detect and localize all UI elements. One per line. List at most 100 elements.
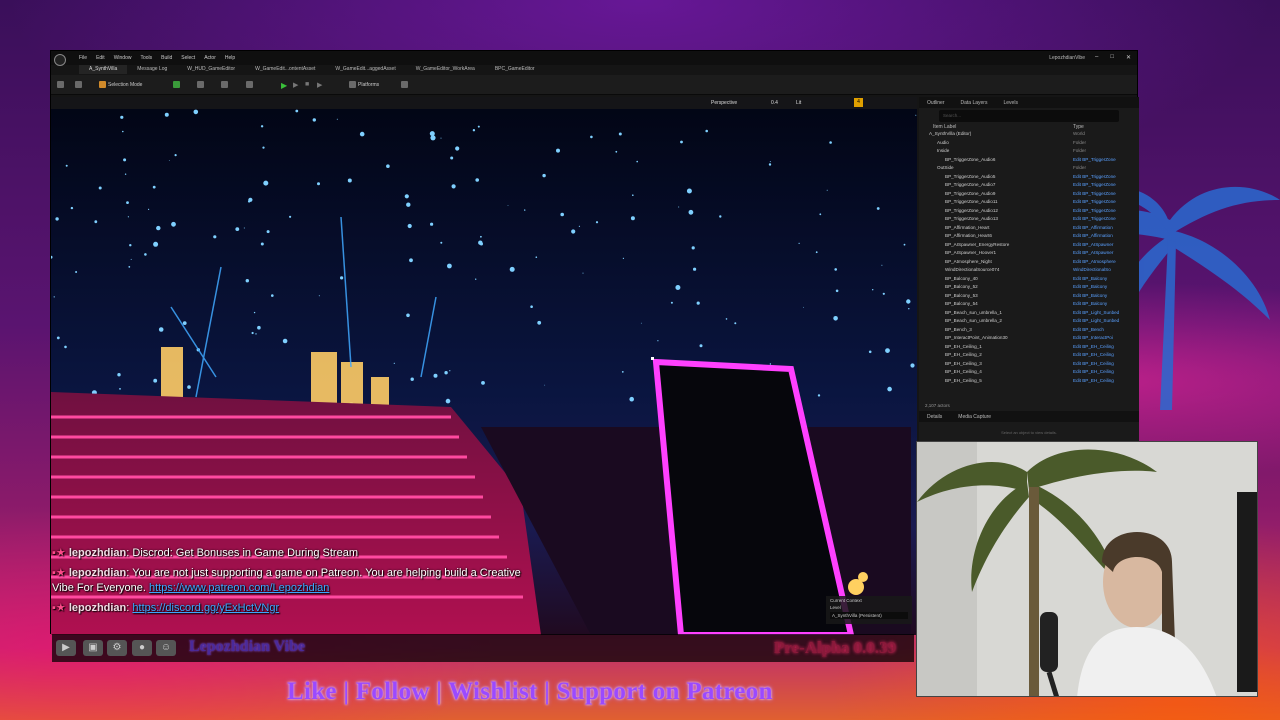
minimize-icon[interactable]: – xyxy=(1095,54,1098,61)
context-level-select[interactable]: A_SynthVilla (Persistent) xyxy=(830,612,908,619)
menu-help[interactable]: Help xyxy=(225,55,235,61)
outliner-row[interactable]: BP_Affirmation_Heart Edit BP_Affirmation xyxy=(919,225,1139,234)
outliner-row-type[interactable]: Edit BP_Affirmation xyxy=(1073,225,1131,234)
outliner-row-type[interactable]: Edit BP_TriggerZone xyxy=(1073,157,1131,166)
outliner-row[interactable]: BP_TriggerZone_Audio13 Edit BP_TriggerZon… xyxy=(919,216,1139,225)
add-actor-icon[interactable] xyxy=(173,81,182,89)
col-type[interactable]: Type xyxy=(1073,124,1131,131)
perspective-button[interactable]: Perspective xyxy=(711,100,737,106)
step-icon[interactable]: ▶ xyxy=(293,81,298,89)
menu-file[interactable]: File xyxy=(79,55,87,61)
outliner-row[interactable]: BP_Beach_sun_umbrella_1 Edit BP_Light_Sun… xyxy=(919,310,1139,319)
cinematics-icon[interactable] xyxy=(221,81,230,89)
outliner-row[interactable]: BP_Balcony_53 Edit BP_Balcony xyxy=(919,293,1139,302)
snap-value[interactable]: 0.4 xyxy=(771,100,778,106)
tab-details[interactable]: Details xyxy=(927,414,942,420)
outliner-row[interactable]: A_SynthVilla (Editor) World xyxy=(919,131,1139,140)
outliner-row-type[interactable]: Edit BP_EH_Ceiling xyxy=(1073,344,1131,353)
outliner-row-type[interactable]: Edit BP_Balcony xyxy=(1073,284,1131,293)
tab-level[interactable]: A_SynthVilla xyxy=(79,65,128,74)
tab-outliner[interactable]: Outliner xyxy=(927,100,945,106)
outliner-row[interactable]: BP_EH_Ceiling_1 Edit BP_EH_Ceiling xyxy=(919,344,1139,353)
outliner-row[interactable]: BP_AISpawner_EnergyRestore Edit BP_AISpaw… xyxy=(919,242,1139,251)
menu-select[interactable]: Select xyxy=(181,55,195,61)
outliner-row-type[interactable]: Edit BP_TriggerZone xyxy=(1073,199,1131,208)
tab-message-log[interactable]: Message Log xyxy=(127,65,177,74)
unreal-logo-icon[interactable] xyxy=(54,54,66,66)
selection-mode-button[interactable]: Selection Mode xyxy=(99,81,142,89)
menu-edit[interactable]: Edit xyxy=(96,55,105,61)
outliner-row-type[interactable]: Edit BP_AISpawner xyxy=(1073,242,1131,251)
outliner-row-type[interactable]: Edit BP_InteractPoi xyxy=(1073,335,1131,344)
outliner-row[interactable]: BP_TriggerZone_Audio12 Edit BP_TriggerZon… xyxy=(919,208,1139,217)
lit-button[interactable]: Lit xyxy=(796,100,801,106)
outliner-row[interactable]: BP_TriggerZone_Audio6 Edit BP_TriggerZone xyxy=(919,157,1139,166)
outliner-row[interactable]: BP_Balcony_54 Edit BP_Balcony xyxy=(919,301,1139,310)
outliner-row[interactable]: BP_Balcony_52 Edit BP_Balcony xyxy=(919,284,1139,293)
outliner-row-type[interactable]: WindDirectionalSo xyxy=(1073,267,1131,276)
outliner-row[interactable]: BP_EH_Ceiling_3 Edit BP_EH_Ceiling xyxy=(919,361,1139,370)
tab-media-capture[interactable]: Media Capture xyxy=(958,414,991,420)
outliner-row-type[interactable]: Edit BP_Bench xyxy=(1073,327,1131,336)
outliner-row[interactable]: BP_EH_Ceiling_5 Edit BP_EH_Ceiling xyxy=(919,378,1139,387)
outliner-row-type[interactable]: Edit BP_Affirmation xyxy=(1073,233,1131,242)
eject-icon[interactable]: ▶ xyxy=(317,81,322,89)
outliner-row-type[interactable]: Edit BP_Balcony xyxy=(1073,293,1131,302)
outliner-row-type[interactable]: Edit BP_Light_Sunbed xyxy=(1073,318,1131,327)
outliner-row[interactable]: BP_EH_Ceiling_2 Edit BP_EH_Ceiling xyxy=(919,352,1139,361)
outliner-row-type[interactable]: Edit BP_TriggerZone xyxy=(1073,174,1131,183)
outliner-row[interactable]: BP_Affirmation_Heart6 Edit BP_Affirmation xyxy=(919,233,1139,242)
discord-link[interactable]: https://discord.gg/yExHctVNgr xyxy=(132,602,279,614)
outliner-row[interactable]: BP_Atmosphere_Night Edit BP_Atmosphere xyxy=(919,259,1139,268)
outliner-row-type[interactable]: Edit BP_TriggerZone xyxy=(1073,216,1131,225)
outliner-row-type[interactable]: Edit BP_AISpawner xyxy=(1073,250,1131,259)
settings-icon[interactable] xyxy=(401,81,410,89)
tab-levels[interactable]: Levels xyxy=(1003,100,1017,106)
col-item-label[interactable]: Item Label xyxy=(933,124,956,131)
close-icon[interactable]: ✕ xyxy=(1126,54,1131,61)
outliner-row[interactable]: BP_AISpawner_Hoover1 Edit BP_AISpawner xyxy=(919,250,1139,259)
stop-icon[interactable]: ■ xyxy=(305,81,309,89)
tab-work-area[interactable]: W_GameEditor_WorkArea xyxy=(406,65,485,74)
tab-hud-editor[interactable]: W_HUD_GameEditor xyxy=(177,65,245,74)
tab-tagged-asset[interactable]: W_GameEdit...aggedAsset xyxy=(325,65,405,74)
outliner-row[interactable]: BP_TriggerZone_Audio7 Edit BP_TriggerZone xyxy=(919,182,1139,191)
outliner-row-type[interactable]: Edit BP_TriggerZone xyxy=(1073,182,1131,191)
outliner-row[interactable]: BP_InteractPoint_Animation30 Edit BP_Inte… xyxy=(919,335,1139,344)
outliner-row[interactable]: OutSide Folder xyxy=(919,165,1139,174)
patreon-link[interactable]: https://www.patreon.com/Lepozhdian xyxy=(149,582,329,594)
platforms-button[interactable]: Platforms xyxy=(349,81,379,89)
outliner-search-input[interactable]: Search... xyxy=(939,110,1119,122)
outliner-row-type[interactable]: Edit BP_EH_Ceiling xyxy=(1073,361,1131,370)
outliner-row-type[interactable]: Edit BP_Light_Sunbed xyxy=(1073,310,1131,319)
outliner-row[interactable]: BP_TriggerZone_Audio5 Edit BP_TriggerZone xyxy=(919,174,1139,183)
outliner-row[interactable]: WindDirectionalSource074 WindDirectionalS… xyxy=(919,267,1139,276)
outliner-row-type[interactable]: Edit BP_TriggerZone xyxy=(1073,208,1131,217)
camera-speed-badge[interactable]: 4 xyxy=(854,98,863,107)
play-icon[interactable]: ▶ xyxy=(281,81,287,90)
outliner-row-type[interactable]: Edit BP_Balcony xyxy=(1073,301,1131,310)
outliner-row-type[interactable]: Edit BP_EH_Ceiling xyxy=(1073,378,1131,387)
content-browser-icon[interactable] xyxy=(75,81,84,89)
tab-content-asset[interactable]: W_GameEdit...ontentAsset xyxy=(245,65,325,74)
outliner-row-type[interactable]: Edit BP_EH_Ceiling xyxy=(1073,352,1131,361)
build-icon[interactable] xyxy=(246,81,255,89)
outliner-row-type[interactable]: Edit BP_EH_Ceiling xyxy=(1073,369,1131,378)
menu-actor[interactable]: Actor xyxy=(204,55,216,61)
outliner-row[interactable]: Inside Folder xyxy=(919,148,1139,157)
outliner-row-type[interactable]: Edit BP_Balcony xyxy=(1073,276,1131,285)
outliner-row[interactable]: BP_EH_Ceiling_4 Edit BP_EH_Ceiling xyxy=(919,369,1139,378)
tab-bpc-editor[interactable]: BPC_GameEditor xyxy=(485,65,545,74)
outliner-row[interactable]: BP_TriggerZone_Audio11 Edit BP_TriggerZon… xyxy=(919,199,1139,208)
menu-build[interactable]: Build xyxy=(161,55,172,61)
menu-window[interactable]: Window xyxy=(114,55,132,61)
outliner-row[interactable]: BP_Balcony_40 Edit BP_Balcony xyxy=(919,276,1139,285)
maximize-icon[interactable]: □ xyxy=(1110,54,1114,61)
outliner-row[interactable]: Audio Folder xyxy=(919,140,1139,149)
save-icon[interactable] xyxy=(57,81,66,89)
menu-tools[interactable]: Tools xyxy=(140,55,152,61)
outliner-row[interactable]: BP_Beach_sun_umbrella_2 Edit BP_Light_Sun… xyxy=(919,318,1139,327)
tab-data-layers[interactable]: Data Layers xyxy=(961,100,988,106)
outliner-row-type[interactable]: Edit BP_Atmosphere xyxy=(1073,259,1131,268)
outliner-row[interactable]: BP_TriggerZone_Audio9 Edit BP_TriggerZone xyxy=(919,191,1139,200)
